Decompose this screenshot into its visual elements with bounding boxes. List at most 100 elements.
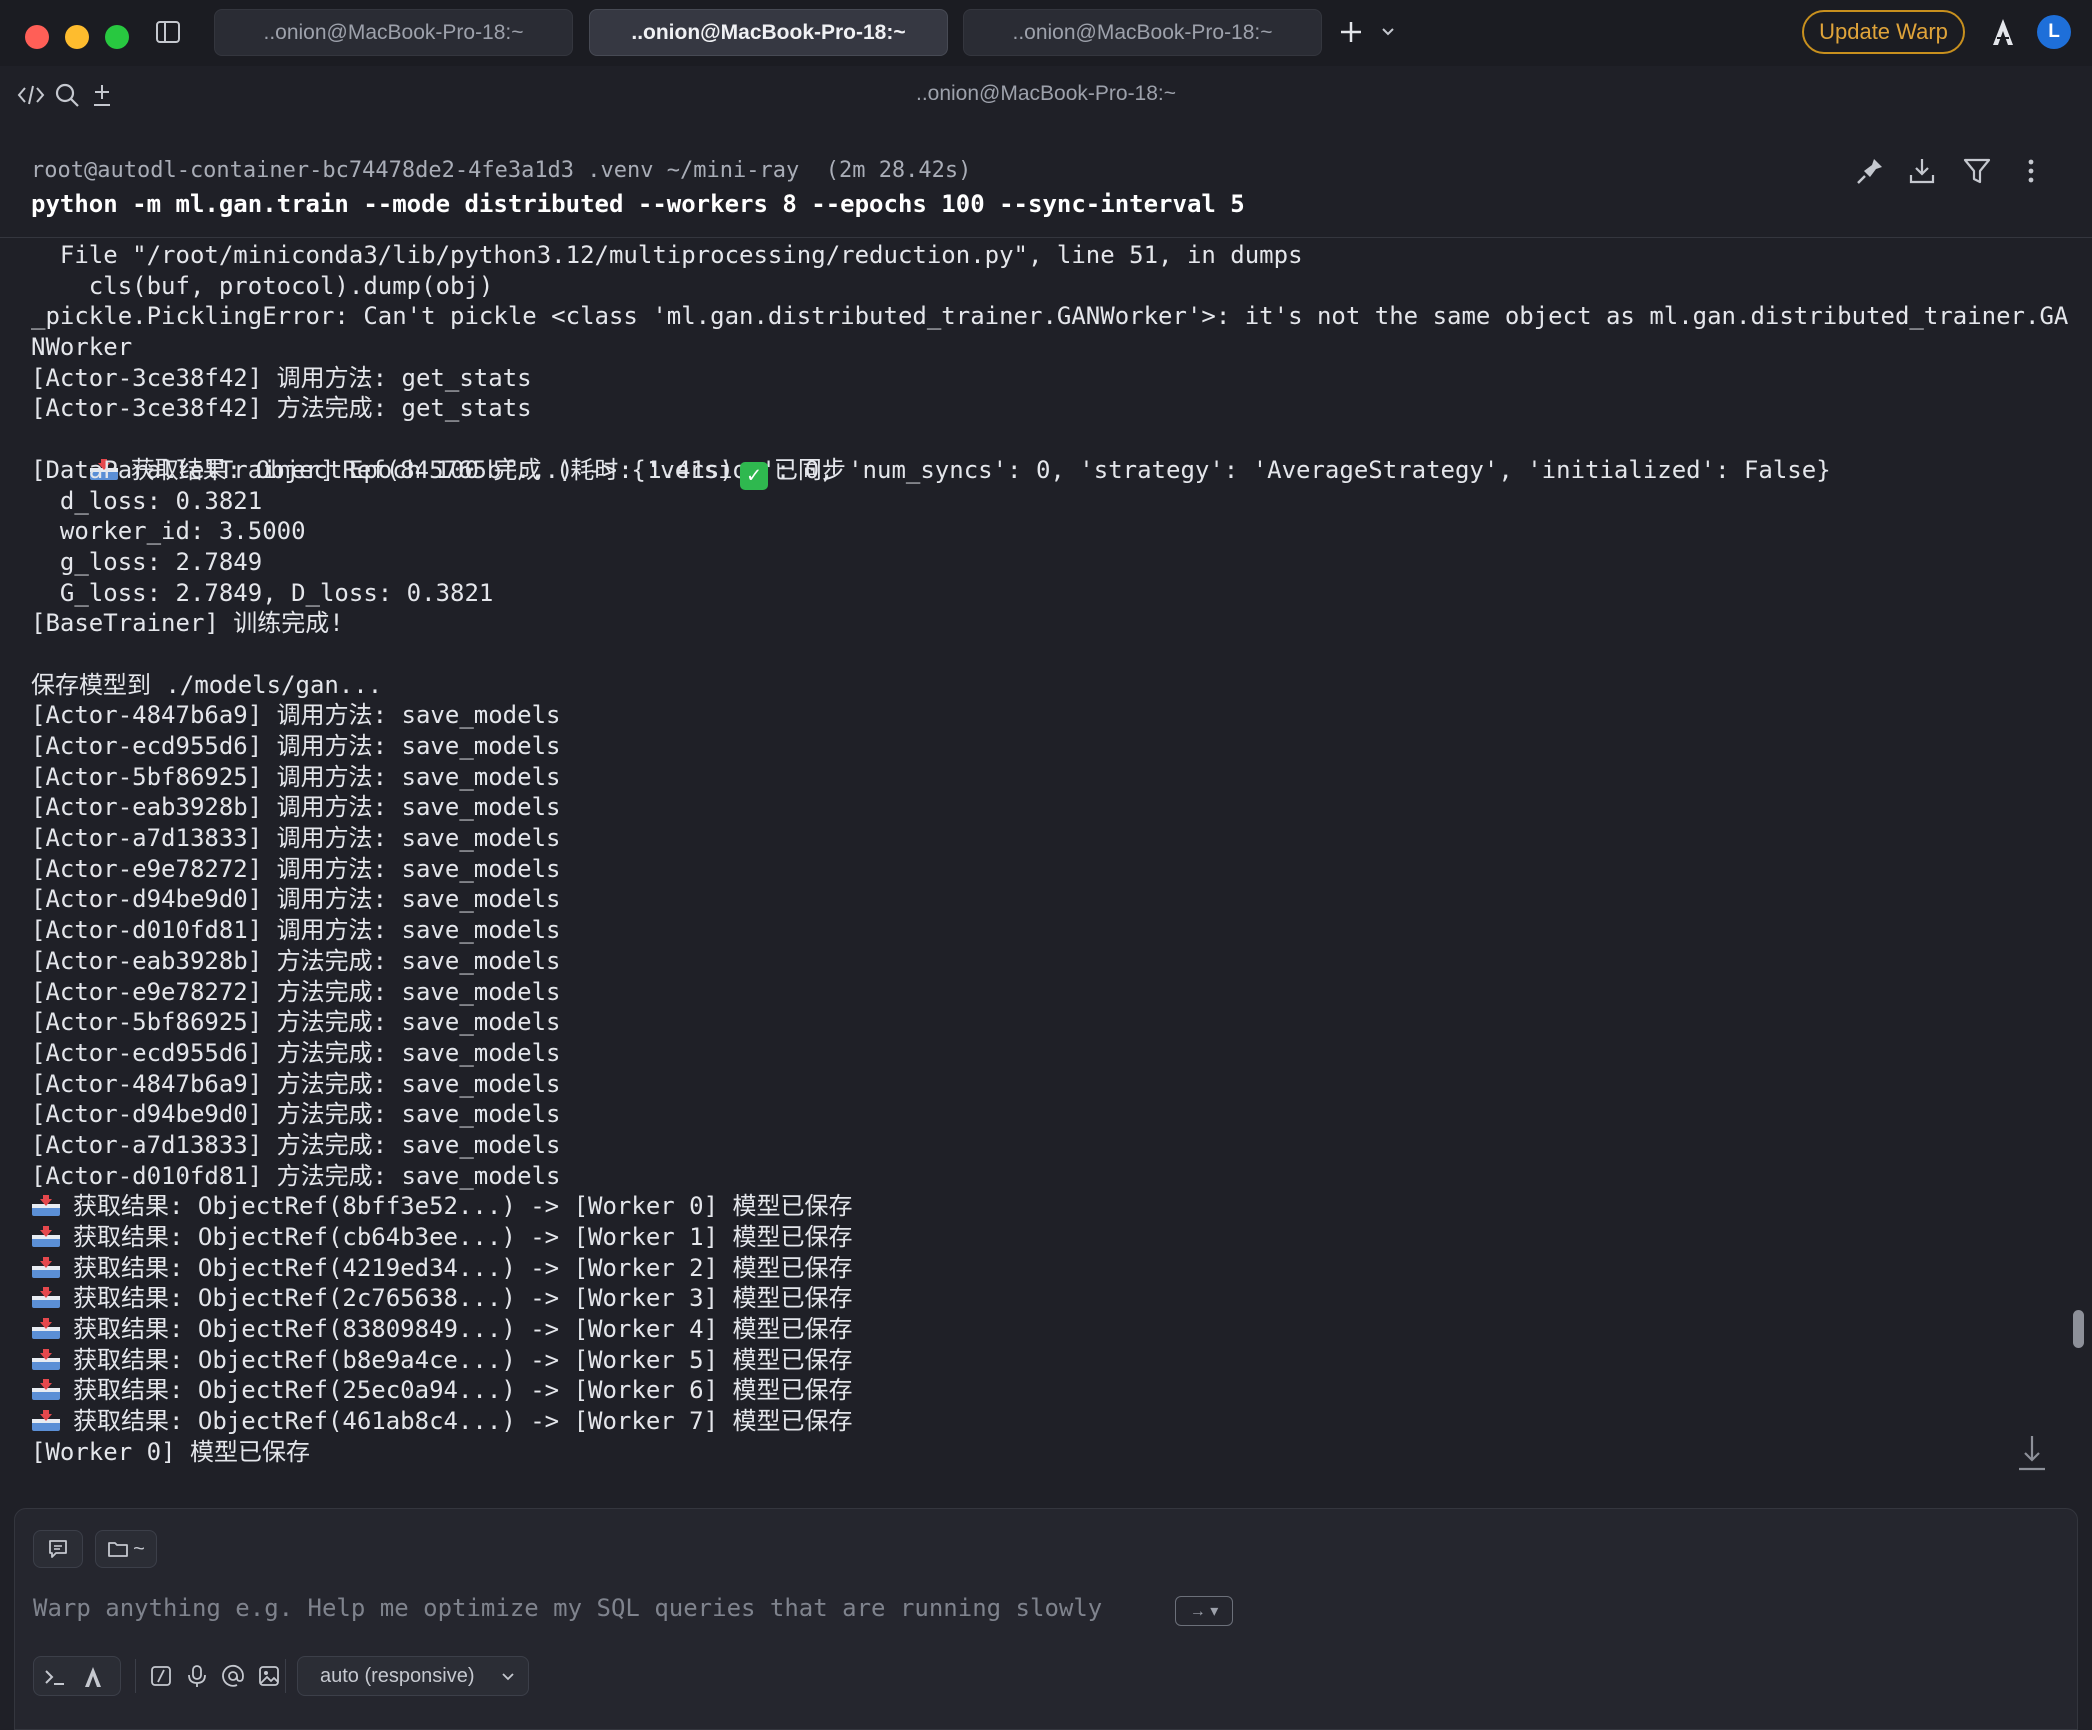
tab-3[interactable]: ..onion@MacBook-Pro-18:~: [963, 9, 1322, 56]
chat-bubble-icon: [49, 1540, 67, 1558]
result-text: 获取结果: ObjectRef(8bff3e52...) -> [Worker …: [73, 1192, 853, 1221]
terminal-output[interactable]: File "/root/miniconda3/lib/python3.12/mu…: [31, 240, 2071, 1502]
result-text: 获取结果: ObjectRef(461ab8c4...) -> [Worker …: [73, 1407, 853, 1436]
output-line: [Actor-5bf86925] 调用方法: save_models: [31, 762, 561, 791]
inbox-tray-icon: [32, 1256, 60, 1278]
inbox-tray-icon: [32, 1318, 60, 1340]
more-vertical-icon[interactable]: [2015, 155, 2047, 187]
image-attach-icon[interactable]: [257, 1664, 281, 1688]
output-line: 获取结果: ObjectRef(83809849...) -> [Worker …: [31, 1314, 2071, 1345]
result-text: 获取结果: ObjectRef(4219ed34...) -> [Worker …: [73, 1253, 853, 1282]
output-line: 获取结果: ObjectRef(8bff3e52...) -> [Worker …: [31, 1191, 2071, 1222]
agent-input-box[interactable]: ~ Warp anything e.g. Help me optimize my…: [14, 1508, 2078, 1730]
inbox-tray-icon: [32, 1379, 60, 1401]
title-bar: ..onion@MacBook-Pro-18:~ ..onion@MacBook…: [0, 0, 2092, 66]
result-text: 获取结果: ObjectRef(cb64b3ee...) -> [Worker …: [73, 1223, 853, 1251]
minimize-window-button[interactable]: [65, 25, 89, 49]
output-line: [Actor-5bf86925] 方法完成: save_models: [31, 1008, 561, 1037]
directory-label: ~: [133, 1537, 145, 1560]
output-line: [Actor-d010fd81] 调用方法: save_models: [31, 916, 561, 945]
agent-icon[interactable]: [1988, 16, 2018, 48]
tab-label: ..onion@MacBook-Pro-18:~: [631, 20, 906, 44]
agent-mode-icon[interactable]: [80, 1664, 106, 1690]
terminal-prompt-icon[interactable]: [42, 1665, 68, 1689]
close-window-button[interactable]: [25, 25, 49, 49]
output-line: [Actor-3ce38f42] 调用方法: get_stats: [31, 363, 532, 392]
update-warp-button[interactable]: Update Warp: [1802, 10, 1965, 54]
inbox-tray-icon: [32, 1195, 60, 1217]
result-text: 获取结果: ObjectRef(2c765638...) -> [Worker …: [73, 1284, 853, 1313]
sparkle-pin-icon[interactable]: [1854, 155, 1886, 187]
submit-shortcut-hint[interactable]: → ▾: [1175, 1596, 1233, 1626]
result-text: 获取结果: ObjectRef(25ec0a94...) -> [Worker …: [73, 1376, 853, 1405]
new-tab-plus-icon[interactable]: [1336, 14, 1366, 50]
output-line: [BaseTrainer] 训练完成!: [31, 609, 344, 638]
output-line: _pickle.PicklingError: Can't pickle <cla…: [31, 302, 2069, 331]
output-line: [Actor-eab3928b] 方法完成: save_models: [31, 946, 561, 975]
mode-toggle[interactable]: [33, 1656, 121, 1696]
output-line: g_loss: 2.7849: [31, 547, 263, 576]
epoch-text: [DataParallelTrainer] Epoch 100 完成 (耗时: …: [31, 455, 734, 484]
output-line: [Actor-e9e78272] 调用方法: save_models: [31, 854, 561, 883]
output-line: [Actor-e9e78272] 方法完成: save_models: [31, 977, 561, 1006]
result-text: 获取结果: ObjectRef(83809849...) -> [Worker …: [73, 1315, 853, 1344]
output-line: G_loss: 2.7849, D_loss: 0.3821: [31, 578, 494, 607]
tab-1[interactable]: ..onion@MacBook-Pro-18:~: [214, 9, 573, 56]
output-line: cls(buf, protocol).dump(obj): [31, 271, 494, 300]
output-line: worker_id: 3.5000: [31, 517, 306, 546]
output-line: [Actor-4847b6a9] 调用方法: save_models: [31, 701, 561, 730]
scroll-to-bottom-icon[interactable]: [2016, 1434, 2048, 1474]
directory-chip[interactable]: ~: [95, 1530, 157, 1568]
prompt-line: root@autodl-container-bc74478de2-4fe3a1d…: [31, 158, 972, 183]
output-line: [Actor-ecd955d6] 方法完成: save_models: [31, 1038, 561, 1067]
output-line: 获取结果: ObjectRef(4219ed34...) -> [Worker …: [31, 1253, 2071, 1284]
download-icon[interactable]: [1906, 155, 1938, 187]
microphone-icon[interactable]: [185, 1664, 209, 1688]
output-line: 保存模型到 ./models/gan...: [31, 670, 383, 699]
output-line: [Actor-a7d13833] 调用方法: save_models: [31, 824, 561, 853]
scrollbar-thumb[interactable]: [2073, 1310, 2084, 1348]
sidebar-toggle-icon[interactable]: [154, 18, 182, 46]
window-title: ..onion@MacBook-Pro-18:~: [915, 82, 1177, 105]
filter-icon[interactable]: [1961, 155, 1993, 187]
output-line: 获取结果: ObjectRef(845765bf...) -> {'versio…: [31, 424, 2071, 484]
output-line: 获取结果: ObjectRef(25ec0a94...) -> [Worker …: [31, 1375, 2071, 1406]
output-line: [Actor-d010fd81] 方法完成: save_models: [31, 1161, 561, 1190]
check-mark-icon: ✓: [739, 461, 768, 490]
output-line: [Actor-a7d13833] 方法完成: save_models: [31, 1130, 561, 1159]
model-select[interactable]: auto (responsive): [297, 1656, 529, 1696]
toolbar-divider: [135, 1659, 136, 1693]
output-line: [Actor-eab3928b] 调用方法: save_models: [31, 793, 561, 822]
folder-icon: [108, 1542, 129, 1557]
output-line: d_loss: 0.3821: [31, 486, 263, 515]
output-line: [Actor-3ce38f42] 方法完成: get_stats: [31, 394, 532, 423]
tab-label: ..onion@MacBook-Pro-18:~: [263, 20, 524, 44]
avatar[interactable]: L: [2037, 15, 2071, 49]
output-line: 获取结果: ObjectRef(cb64b3ee...) -> [Worker …: [31, 1222, 2071, 1253]
prompt-placeholder[interactable]: Warp anything e.g. Help me optimize my S…: [33, 1594, 1102, 1622]
inbox-tray-icon: [32, 1348, 60, 1370]
output-line: File "/root/miniconda3/lib/python3.12/mu…: [31, 241, 1303, 269]
command-block-header[interactable]: root@autodl-container-bc74478de2-4fe3a1d…: [0, 150, 2092, 238]
output-line: [Actor-4847b6a9] 方法完成: save_models: [31, 1069, 561, 1098]
output-line: [Actor-d94be9d0] 调用方法: save_models: [31, 885, 561, 914]
synced-text: 已同步: [773, 455, 846, 484]
slash-command-icon[interactable]: [149, 1664, 173, 1688]
toolbar-divider: [285, 1659, 286, 1693]
zoom-window-button[interactable]: [105, 25, 129, 49]
model-label: auto (responsive): [320, 1664, 475, 1687]
command-line: python -m ml.gan.train --mode distribute…: [31, 190, 1245, 218]
conversation-button[interactable]: [33, 1530, 83, 1568]
output-line: [Actor-ecd955d6] 调用方法: save_models: [31, 732, 561, 760]
at-mention-icon[interactable]: [221, 1664, 245, 1688]
inbox-tray-icon: [32, 1287, 60, 1309]
output-line: [Actor-d94be9d0] 方法完成: save_models: [31, 1100, 561, 1129]
inbox-tray-icon: [32, 1410, 60, 1432]
chevron-down-icon[interactable]: [1378, 22, 1398, 42]
tab-2-active[interactable]: ..onion@MacBook-Pro-18:~: [589, 9, 948, 56]
output-line: [Worker 0] 模型已保存: [31, 1437, 310, 1466]
output-line: NWorker: [31, 333, 133, 362]
output-line: 获取结果: ObjectRef(2c765638...) -> [Worker …: [31, 1283, 2071, 1314]
output-line: 获取结果: ObjectRef(b8e9a4ce...) -> [Worker …: [31, 1345, 2071, 1376]
